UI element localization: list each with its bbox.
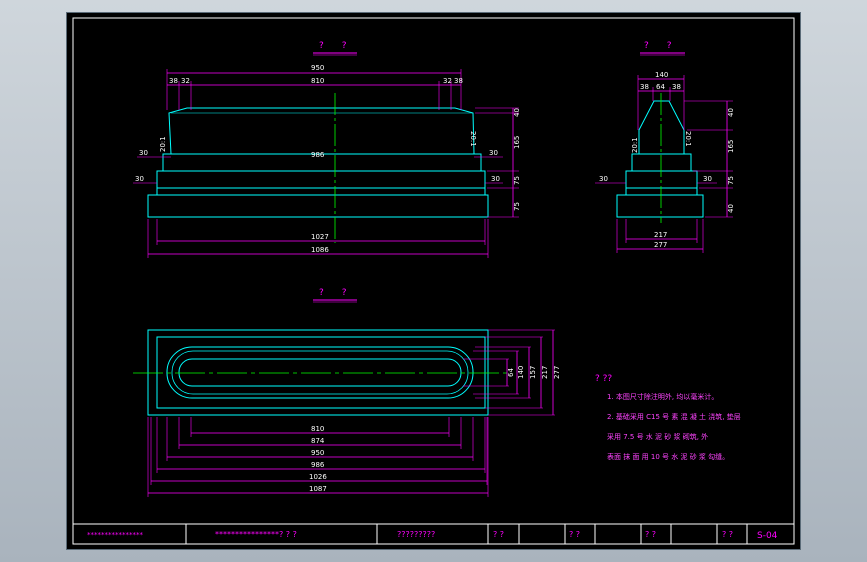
front-dim-h40: 40 — [513, 108, 521, 117]
front-dim-h75a: 75 — [513, 176, 521, 185]
notes-block: ? ?? 1. 本图尺寸除注明外, 均以毫米计。 2. 基础采用 C15 号 素… — [595, 374, 741, 461]
front-view-title: ? ? — [319, 41, 347, 51]
side-dim-30-left: 30 — [599, 175, 608, 183]
plan-dim-140: 140 — [517, 366, 525, 379]
notes-line-2: 2. 基础采用 C15 号 素 混 凝 土 浇筑, 垫层 — [607, 412, 741, 421]
plan-dim-217: 217 — [541, 366, 549, 379]
side-dim-h165: 165 — [727, 140, 735, 153]
notes-line-3: 采用 7.5 号 水 泥 砂 浆 砌筑, 外 — [607, 432, 708, 441]
drawing-frame — [72, 17, 795, 545]
side-dim-h40: 40 — [727, 108, 735, 117]
side-dim-277: 277 — [654, 241, 667, 249]
plan-slot-outer — [166, 346, 474, 399]
plan-view: ? ? 64 140 157 217 277 810 874 950 986 1… — [133, 288, 561, 497]
front-dim-32-left: 32 — [181, 77, 190, 85]
drawing-sheet: ? ? 950 810 38 32 32 38 20:1 20:1 30 30 … — [66, 12, 801, 550]
side-middle-block — [625, 170, 698, 189]
side-slope-right: 20:1 — [684, 131, 692, 147]
plan-dim-1026: 1026 — [309, 473, 327, 481]
plan-dim-950: 950 — [311, 449, 324, 457]
title-cell-3: ????????? — [397, 530, 435, 539]
plan-dim-64: 64 — [507, 368, 515, 377]
title-cell-5: ? ? — [569, 530, 580, 539]
front-dim-30-right-b: 30 — [491, 175, 500, 183]
front-dim-1027: 1027 — [311, 233, 329, 241]
side-slope-left: 20:1 — [631, 137, 639, 153]
plan-dim-986: 986 — [311, 461, 325, 469]
front-cap-outline — [168, 107, 475, 155]
plan-outer-rect — [147, 329, 489, 416]
notes-line-1: 1. 本图尺寸除注明外, 均以毫米计。 — [607, 392, 718, 401]
side-dim-30-right: 30 — [703, 175, 712, 183]
front-base-block — [147, 194, 489, 218]
plan-dim-157: 157 — [529, 366, 537, 379]
side-dim-64: 64 — [656, 83, 665, 91]
title-cell-1: **************** — [87, 531, 144, 539]
drawing-number: S-04 — [757, 531, 778, 541]
plan-dim-277: 277 — [553, 366, 561, 379]
notes-line-4: 表面 抹 面 用 10 号 水 泥 砂 浆 勾缝。 — [607, 452, 729, 461]
front-slope-right: 20:1 — [469, 131, 477, 147]
side-dim-140: 140 — [655, 71, 668, 79]
front-dim-1086: 1086 — [311, 246, 329, 254]
side-cap-outline — [638, 100, 685, 155]
plan-slot-mid — [171, 350, 469, 395]
front-middle-block — [156, 170, 486, 189]
plan-dim-1087: 1087 — [309, 485, 327, 493]
front-dim-30-left: 30 — [139, 149, 148, 157]
front-dim-38-right: 38 — [454, 77, 463, 85]
front-dim-h165: 165 — [513, 136, 521, 149]
side-view-title: ? ? — [644, 41, 672, 51]
side-dim-38a: 38 — [640, 83, 649, 91]
front-dim-38-left: 38 — [169, 77, 178, 85]
side-dim-217: 217 — [654, 231, 667, 239]
title-cell-2: ****************? ? ? — [215, 530, 297, 539]
title-cell-6: ? ? — [645, 530, 656, 539]
plan-dim-810: 810 — [311, 425, 324, 433]
title-cell-4: ? ? — [493, 530, 504, 539]
front-dim-h75b: 75 — [513, 202, 521, 211]
plan-slot-inner — [178, 358, 462, 387]
title-block: **************** ****************? ? ? ?… — [73, 523, 794, 544]
plan-inner-rect — [156, 336, 486, 409]
front-dim-986: 986 — [311, 151, 325, 159]
front-view: ? ? 950 810 38 32 32 38 20:1 20:1 30 30 … — [133, 41, 521, 258]
side-dim-h75: 75 — [727, 176, 735, 185]
front-dim-950: 950 — [311, 64, 324, 72]
side-base-block — [616, 194, 704, 218]
title-cell-7: ? ? — [722, 530, 733, 539]
side-dim-h40b: 40 — [727, 204, 735, 213]
front-slope-left: 20:1 — [159, 136, 167, 152]
plan-dim-874: 874 — [311, 437, 325, 445]
side-dim-38b: 38 — [672, 83, 681, 91]
plan-view-title: ? ? — [319, 288, 347, 298]
front-dim-30-left-b: 30 — [135, 175, 144, 183]
front-dim-810: 810 — [311, 77, 324, 85]
front-dim-30-right: 30 — [489, 149, 498, 157]
front-dim-32-right: 32 — [443, 77, 452, 85]
cad-drawing: ? ? 950 810 38 32 32 38 20:1 20:1 30 30 … — [72, 17, 795, 545]
side-view: ? ? 140 38 64 38 20:1 20:1 30 30 40 165 — [595, 41, 735, 253]
notes-heading: ? ?? — [595, 374, 612, 384]
